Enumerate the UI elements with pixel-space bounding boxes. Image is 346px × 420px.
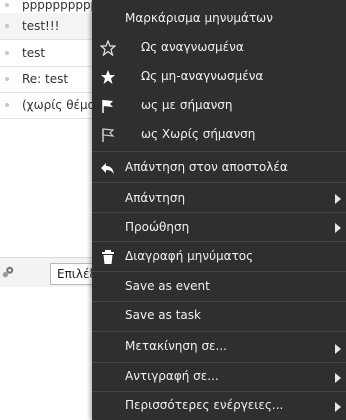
menu-item-label: Μετακίνηση σε... bbox=[125, 339, 227, 353]
menu-item-label: Διαγραφή μηνύματος bbox=[125, 249, 254, 263]
menu-item-save-event[interactable]: Save as event bbox=[92, 272, 346, 301]
menu-item-label: Απάντηση bbox=[125, 191, 186, 205]
menu-item-label: ως με σήμανση bbox=[141, 98, 233, 112]
settings-icon[interactable] bbox=[1, 265, 15, 279]
unread-dot-icon bbox=[5, 77, 9, 81]
menu-item-copy[interactable]: Αντιγραφή σε... bbox=[92, 362, 346, 391]
menu-item-mark-unflagged[interactable]: ως Χωρίς σήμανση bbox=[92, 120, 346, 149]
context-menu: Μαρκάρισμα μηνυμάτων Ως αναγνωσμένα Ως μ… bbox=[92, 0, 346, 420]
menu-item-label: Προώθηση bbox=[125, 220, 190, 234]
menu-item-label: Ως μη-αναγνωσμένα bbox=[141, 69, 264, 83]
menu-item-label: Αντιγραφή σε... bbox=[125, 369, 219, 383]
menu-item-more-actions[interactable]: Περισσότερες ενέργειες... bbox=[92, 391, 346, 420]
unread-dot-icon bbox=[5, 51, 9, 55]
menu-item-label: Απάντηση στον αποστολέα bbox=[125, 160, 288, 174]
menu-title: Μαρκάρισμα μηνυμάτων bbox=[92, 4, 346, 33]
star-filled-icon bbox=[101, 70, 115, 84]
menu-title-label: Μαρκάρισμα μηνυμάτων bbox=[125, 11, 273, 25]
reply-icon bbox=[101, 163, 114, 174]
menu-separator bbox=[92, 182, 346, 183]
message-subject: Re: test bbox=[22, 72, 69, 86]
menu-item-forward[interactable]: Προώθηση bbox=[92, 213, 346, 242]
menu-item-reply-sender[interactable]: Απάντηση στον αποστολέα bbox=[92, 153, 346, 182]
menu-item-label: Save as task bbox=[125, 308, 201, 322]
menu-item-mark-read[interactable]: Ως αναγνωσμένα bbox=[92, 33, 346, 62]
message-subject: (χωρίς θέμα) bbox=[22, 98, 101, 112]
menu-item-save-task[interactable]: Save as task bbox=[92, 301, 346, 330]
unread-dot-icon bbox=[5, 103, 9, 107]
flag-outline-icon bbox=[102, 128, 115, 142]
menu-item-label: Ως αναγνωσμένα bbox=[141, 40, 244, 54]
chevron-right-icon bbox=[335, 373, 341, 383]
menu-item-mark-unread[interactable]: Ως μη-αναγνωσμένα bbox=[92, 62, 346, 91]
message-subject: test!!! bbox=[22, 19, 60, 33]
unread-dot-icon bbox=[5, 3, 9, 7]
chevron-right-icon bbox=[335, 402, 341, 412]
menu-item-mark-flagged[interactable]: ως με σήμανση bbox=[92, 91, 346, 120]
menu-item-label: Περισσότερες ενέργειες... bbox=[125, 398, 284, 412]
menu-separator bbox=[92, 151, 346, 152]
menu-item-move[interactable]: Μετακίνηση σε... bbox=[92, 332, 346, 361]
menu-item-delete[interactable]: Διαγραφή μηνύματος bbox=[92, 242, 346, 271]
unread-dot-icon bbox=[5, 24, 9, 28]
menu-item-label: ως Χωρίς σήμανση bbox=[141, 127, 256, 141]
message-subject: test bbox=[22, 46, 46, 60]
chevron-right-icon bbox=[335, 223, 341, 233]
chevron-right-icon bbox=[335, 194, 341, 204]
flag-icon bbox=[102, 100, 113, 113]
trash-icon bbox=[102, 250, 114, 264]
chevron-right-icon bbox=[335, 344, 341, 354]
menu-item-label: Save as event bbox=[125, 279, 210, 293]
menu-item-reply[interactable]: Απάντηση bbox=[92, 184, 346, 213]
star-outline-icon bbox=[100, 40, 116, 56]
